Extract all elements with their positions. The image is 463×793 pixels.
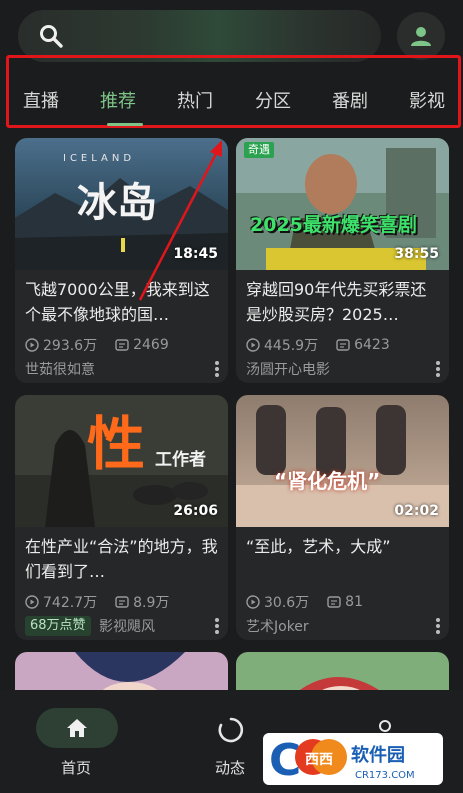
nav-dynamic-label[interactable]: 动态 xyxy=(215,757,245,778)
annotation-arrow xyxy=(138,140,222,301)
nav-home-button[interactable] xyxy=(36,708,118,748)
watermark-logo: C 西西 软件园 CR173.COM xyxy=(263,733,443,786)
svg-text:软件园: 软件园 xyxy=(351,744,405,766)
watermark-badge: C 西西 软件园 CR173.COM xyxy=(263,733,443,786)
home-icon xyxy=(67,719,87,737)
watermark-url: CR173.COM xyxy=(355,770,415,781)
dynamic-icon[interactable] xyxy=(218,717,244,743)
nav-home-label[interactable]: 首页 xyxy=(61,757,91,778)
watermark-brand: 西西 xyxy=(305,752,333,768)
